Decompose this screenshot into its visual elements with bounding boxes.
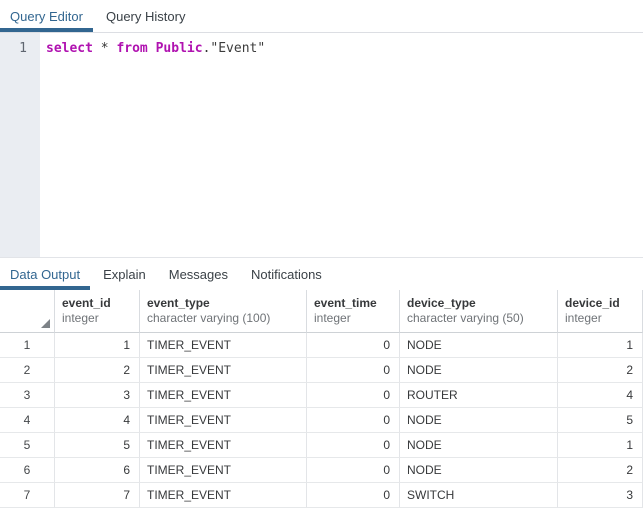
column-type: character varying (50): [407, 311, 551, 326]
tab-explain[interactable]: Explain: [93, 258, 156, 290]
cell-device_id[interactable]: 4: [558, 383, 643, 408]
column-header-device_id[interactable]: device_idinteger: [558, 290, 643, 333]
column-header-device_type[interactable]: device_typecharacter varying (50): [400, 290, 558, 333]
cell-event_type[interactable]: TIMER_EVENT: [140, 358, 307, 383]
cell-event_time[interactable]: 0: [307, 333, 400, 358]
select-all-icon: [41, 319, 50, 328]
cell-event_type[interactable]: TIMER_EVENT: [140, 483, 307, 508]
cell-device_type[interactable]: NODE: [400, 333, 558, 358]
cell-device_id[interactable]: 3: [558, 483, 643, 508]
grid-header-row: event_idintegerevent_typecharacter varyi…: [0, 290, 643, 333]
cell-event_type[interactable]: TIMER_EVENT: [140, 433, 307, 458]
cell-device_id[interactable]: 5: [558, 408, 643, 433]
row-number[interactable]: 3: [0, 383, 55, 408]
cell-event_id[interactable]: 2: [55, 358, 140, 383]
line-number: 1: [0, 40, 27, 58]
column-name: event_time: [314, 295, 393, 311]
column-name: device_type: [407, 295, 551, 311]
row-number[interactable]: 6: [0, 458, 55, 483]
row-number[interactable]: 5: [0, 433, 55, 458]
sql-editor[interactable]: 1 select * from Public."Event": [0, 33, 643, 257]
sql-token: [148, 41, 156, 56]
row-number[interactable]: 2: [0, 358, 55, 383]
table-row: 11TIMER_EVENT0NODE1: [0, 333, 643, 358]
sql-token: select: [46, 41, 93, 56]
column-name: event_id: [62, 295, 133, 311]
row-number[interactable]: 1: [0, 333, 55, 358]
cell-event_type[interactable]: TIMER_EVENT: [140, 383, 307, 408]
select-all-corner[interactable]: [0, 290, 55, 333]
cell-event_time[interactable]: 0: [307, 458, 400, 483]
tab-query-history[interactable]: Query History: [96, 0, 195, 32]
cell-device_type[interactable]: NODE: [400, 408, 558, 433]
sql-token: "Event": [210, 41, 265, 56]
tab-query-editor[interactable]: Query Editor: [0, 0, 93, 32]
row-number[interactable]: 4: [0, 408, 55, 433]
tab-messages[interactable]: Messages: [159, 258, 238, 290]
cell-event_id[interactable]: 1: [55, 333, 140, 358]
tab-notifications[interactable]: Notifications: [241, 258, 332, 290]
cell-device_type[interactable]: NODE: [400, 358, 558, 383]
column-header-event_time[interactable]: event_timeinteger: [307, 290, 400, 333]
column-type: character varying (100): [147, 311, 300, 326]
cell-device_id[interactable]: 2: [558, 458, 643, 483]
cell-event_id[interactable]: 3: [55, 383, 140, 408]
sql-token: from: [116, 41, 147, 56]
column-type: integer: [314, 311, 393, 326]
editor-tab-bar: Query Editor Query History: [0, 0, 643, 33]
cell-event_time[interactable]: 0: [307, 483, 400, 508]
editor-gutter: 1: [0, 33, 40, 257]
cell-event_time[interactable]: 0: [307, 358, 400, 383]
cell-device_type[interactable]: NODE: [400, 458, 558, 483]
cell-event_id[interactable]: 5: [55, 433, 140, 458]
sql-token: *: [101, 41, 109, 56]
table-row: 77TIMER_EVENT0SWITCH3: [0, 483, 643, 508]
results-grid: event_idintegerevent_typecharacter varyi…: [0, 290, 643, 508]
cell-event_id[interactable]: 4: [55, 408, 140, 433]
cell-event_type[interactable]: TIMER_EVENT: [140, 333, 307, 358]
cell-event_time[interactable]: 0: [307, 433, 400, 458]
table-row: 33TIMER_EVENT0ROUTER4: [0, 383, 643, 408]
tab-data-output[interactable]: Data Output: [0, 258, 90, 290]
cell-event_type[interactable]: TIMER_EVENT: [140, 408, 307, 433]
query-tool-window: Query Editor Query History 1 select * fr…: [0, 0, 643, 508]
cell-device_type[interactable]: SWITCH: [400, 483, 558, 508]
column-name: event_type: [147, 295, 300, 311]
sql-token: Public: [156, 41, 203, 56]
cell-device_type[interactable]: ROUTER: [400, 383, 558, 408]
cell-device_id[interactable]: 1: [558, 433, 643, 458]
table-row: 44TIMER_EVENT0NODE5: [0, 408, 643, 433]
table-row: 55TIMER_EVENT0NODE1: [0, 433, 643, 458]
table-row: 22TIMER_EVENT0NODE2: [0, 358, 643, 383]
sql-token: [93, 41, 101, 56]
column-type: integer: [565, 311, 636, 326]
cell-event_id[interactable]: 6: [55, 458, 140, 483]
column-header-event_id[interactable]: event_idinteger: [55, 290, 140, 333]
output-tab-bar: Data Output Explain Messages Notificatio…: [0, 257, 643, 290]
cell-device_id[interactable]: 1: [558, 333, 643, 358]
table-row: 66TIMER_EVENT0NODE2: [0, 458, 643, 483]
column-name: device_id: [565, 295, 636, 311]
column-header-event_type[interactable]: event_typecharacter varying (100): [140, 290, 307, 333]
row-number[interactable]: 7: [0, 483, 55, 508]
cell-event_id[interactable]: 7: [55, 483, 140, 508]
cell-event_time[interactable]: 0: [307, 408, 400, 433]
sql-code-line[interactable]: select * from Public."Event": [40, 33, 643, 257]
column-type: integer: [62, 311, 133, 326]
cell-event_type[interactable]: TIMER_EVENT: [140, 458, 307, 483]
cell-event_time[interactable]: 0: [307, 383, 400, 408]
cell-device_type[interactable]: NODE: [400, 433, 558, 458]
cell-device_id[interactable]: 2: [558, 358, 643, 383]
